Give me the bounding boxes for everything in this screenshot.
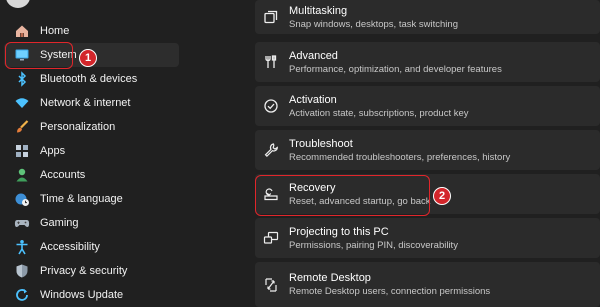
apps-icon [14, 143, 30, 159]
sidebar-item-gaming[interactable]: Gaming [4, 211, 179, 235]
setting-subtitle: Permissions, pairing PIN, discoverabilit… [289, 239, 458, 251]
home-icon [14, 23, 30, 39]
setting-multitasking[interactable]: Multitasking Snap windows, desktops, tas… [255, 0, 600, 34]
wifi-icon [14, 95, 30, 111]
setting-subtitle: Reset, advanced startup, go back [289, 195, 431, 207]
system-monitor-icon [14, 47, 30, 63]
globe-clock-icon [14, 191, 30, 207]
setting-title: Projecting to this PC [289, 225, 389, 238]
gamepad-icon [14, 215, 30, 231]
sidebar-item-label: System [40, 49, 77, 61]
sidebar-item-accessibility[interactable]: Accessibility [4, 235, 179, 259]
update-icon [14, 287, 30, 303]
setting-projecting[interactable]: Projecting to this PC Permissions, pairi… [255, 218, 600, 258]
sidebar-item-network[interactable]: Network & internet [4, 91, 179, 115]
setting-activation[interactable]: Activation Activation state, subscriptio… [255, 86, 600, 126]
setting-remote-desktop[interactable]: Remote Desktop Remote Desktop users, con… [255, 262, 600, 307]
setting-troubleshoot[interactable]: Troubleshoot Recommended troubleshooters… [255, 130, 600, 170]
remote-desktop-icon [263, 277, 279, 293]
setting-title: Advanced [289, 49, 338, 62]
sidebar-item-label: Windows Update [40, 289, 124, 301]
sidebar-item-home[interactable]: Home [4, 19, 179, 43]
sidebar: Home System Bluetooth & devices Network … [0, 0, 190, 307]
setting-recovery[interactable]: Recovery Reset, advanced startup, go bac… [255, 174, 600, 214]
setting-subtitle: Activation state, subscriptions, product… [289, 107, 469, 119]
sidebar-item-label: Apps [40, 145, 66, 157]
shield-icon [14, 263, 30, 279]
multitasking-icon [263, 9, 279, 25]
setting-subtitle: Snap windows, desktops, task switching [289, 18, 458, 30]
setting-title: Troubleshoot [289, 137, 353, 150]
recovery-icon [263, 186, 279, 202]
step-2-badge: 2 [433, 187, 451, 205]
advanced-tools-icon [263, 54, 279, 70]
sidebar-item-bluetooth[interactable]: Bluetooth & devices [4, 67, 179, 91]
setting-subtitle: Recommended troubleshooters, preferences… [289, 151, 511, 163]
sidebar-item-label: Network & internet [40, 97, 131, 109]
sidebar-item-privacy-security[interactable]: Privacy & security [4, 259, 179, 283]
sidebar-item-label: Gaming [40, 217, 79, 229]
avatar[interactable] [6, 0, 30, 8]
brush-icon [14, 119, 30, 135]
setting-title: Remote Desktop [289, 272, 371, 284]
accessibility-icon [14, 239, 30, 255]
sidebar-item-windows-update[interactable]: Windows Update [4, 283, 179, 307]
sidebar-item-label: Accounts [40, 169, 86, 181]
sidebar-item-time-language[interactable]: Time & language [4, 187, 179, 211]
sidebar-item-label: Privacy & security [40, 265, 128, 277]
setting-subtitle: Remote Desktop users, connection permiss… [289, 286, 491, 297]
sidebar-item-label: Personalization [40, 121, 116, 133]
setting-title: Activation [289, 93, 337, 106]
sidebar-item-personalization[interactable]: Personalization [4, 115, 179, 139]
accounts-icon [14, 167, 30, 183]
bluetooth-icon [14, 71, 30, 87]
projecting-icon [263, 230, 279, 246]
sidebar-item-label: Home [40, 25, 70, 37]
sidebar-item-accounts[interactable]: Accounts [4, 163, 179, 187]
setting-title: Recovery [289, 181, 336, 194]
sidebar-item-label: Accessibility [40, 241, 100, 253]
sidebar-item-apps[interactable]: Apps [4, 139, 179, 163]
sidebar-item-label: Bluetooth & devices [40, 73, 138, 85]
setting-advanced[interactable]: Advanced Performance, optimization, and … [255, 42, 600, 82]
step-1-badge: 1 [79, 49, 97, 67]
wrench-icon [263, 142, 279, 158]
setting-title: Multitasking [289, 4, 348, 17]
sidebar-item-label: Time & language [40, 193, 123, 205]
activation-check-icon [263, 98, 279, 114]
setting-subtitle: Performance, optimization, and developer… [289, 63, 502, 75]
